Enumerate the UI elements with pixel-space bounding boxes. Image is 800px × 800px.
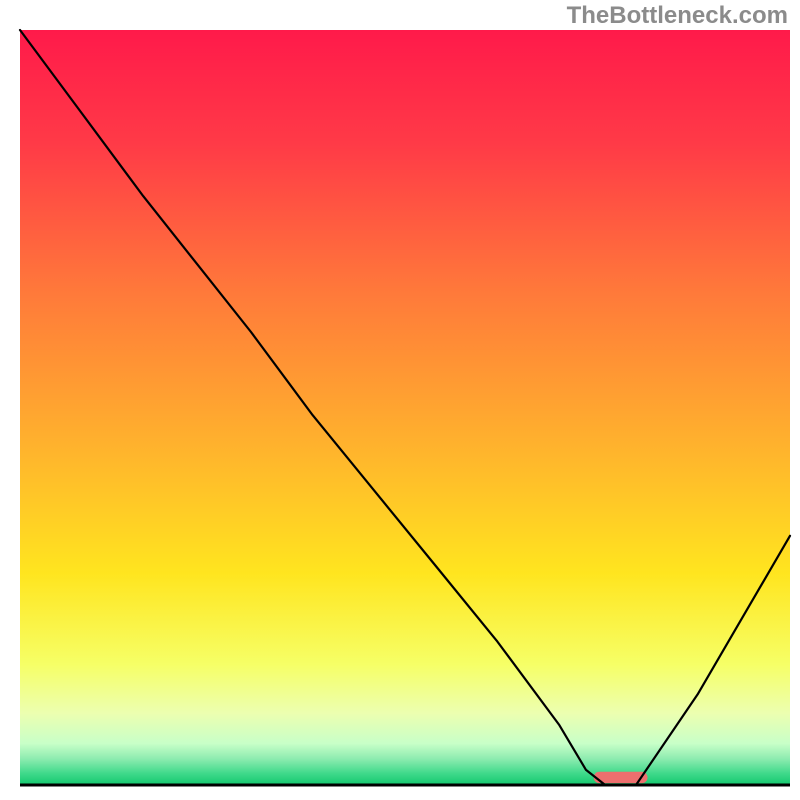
chart-frame: TheBottleneck.com (0, 0, 800, 800)
bottleneck-chart (0, 0, 800, 800)
watermark-text: TheBottleneck.com (567, 2, 788, 30)
